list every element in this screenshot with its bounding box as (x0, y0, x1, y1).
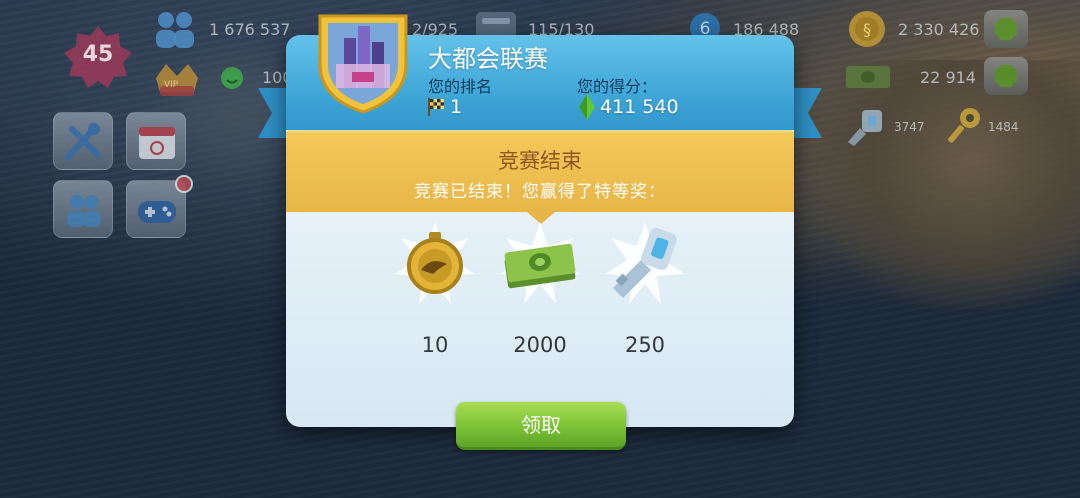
simcash-hud-icon (846, 66, 890, 88)
svg-text:§: § (863, 20, 871, 39)
vip-crown-icon[interactable] (150, 56, 204, 102)
dialog-title: 大都会联赛 (428, 45, 548, 73)
rank-value: 1 (450, 96, 463, 118)
gold-key-icon (948, 108, 980, 143)
calendar-button[interactable] (126, 112, 186, 170)
banner-subtitle: 竞赛已结束！您赢得了特等奖： (414, 182, 666, 202)
simcash-count: 22 914 (920, 68, 976, 87)
gamepad-icon (138, 201, 176, 223)
vip-badge-label: VIP (164, 80, 179, 90)
reward-value-platinum-key: 250 (624, 333, 666, 357)
reward-value-speedup: 10 (421, 333, 449, 357)
happiness-icon (221, 67, 243, 89)
island-terrain (810, 60, 1080, 310)
checkered-flag-icon (428, 98, 444, 116)
notification-dot (175, 175, 193, 193)
simcash-icon (500, 222, 580, 304)
coin-icon: § (849, 11, 885, 47)
population-count: 1 676 537 (209, 20, 291, 39)
reward-item-platinum-key: 250 (595, 216, 695, 366)
coin-count: 2 330 426 (898, 20, 980, 39)
banner-title: 竞赛结束 (498, 149, 582, 173)
friends-icon (67, 195, 101, 227)
friends-button[interactable] (53, 180, 113, 238)
platinum-key-icon (605, 222, 685, 304)
population-icon (156, 12, 194, 48)
silver-key-count: 3747 (894, 120, 925, 134)
level-badge[interactable]: 45 (62, 24, 134, 90)
tools-icon (65, 123, 101, 160)
speedup-token-icon (395, 222, 475, 304)
reward-item-speedup: 10 (385, 216, 485, 366)
gold-key-count: 1484 (988, 120, 1019, 134)
level-number: 45 (82, 42, 114, 67)
claim-button[interactable]: 领取 (456, 402, 626, 450)
rank-label: 您的排名 (428, 77, 493, 96)
add-coins-button[interactable] (984, 10, 1028, 48)
add-simcash-button[interactable] (984, 57, 1028, 95)
green-gem-icon (579, 94, 595, 120)
reward-value-simcash: 2000 (513, 333, 567, 357)
reward-item-simcash: 2000 (490, 216, 590, 366)
silver-key-icon (848, 110, 882, 146)
score-value: 411 540 (600, 96, 679, 118)
metropolis-league-shield-icon (318, 14, 408, 114)
result-banner: 竞赛结束 竞赛已结束！您赢得了特等奖： (286, 130, 794, 212)
calendar-icon (139, 127, 175, 159)
build-menu-button[interactable] (53, 112, 113, 170)
